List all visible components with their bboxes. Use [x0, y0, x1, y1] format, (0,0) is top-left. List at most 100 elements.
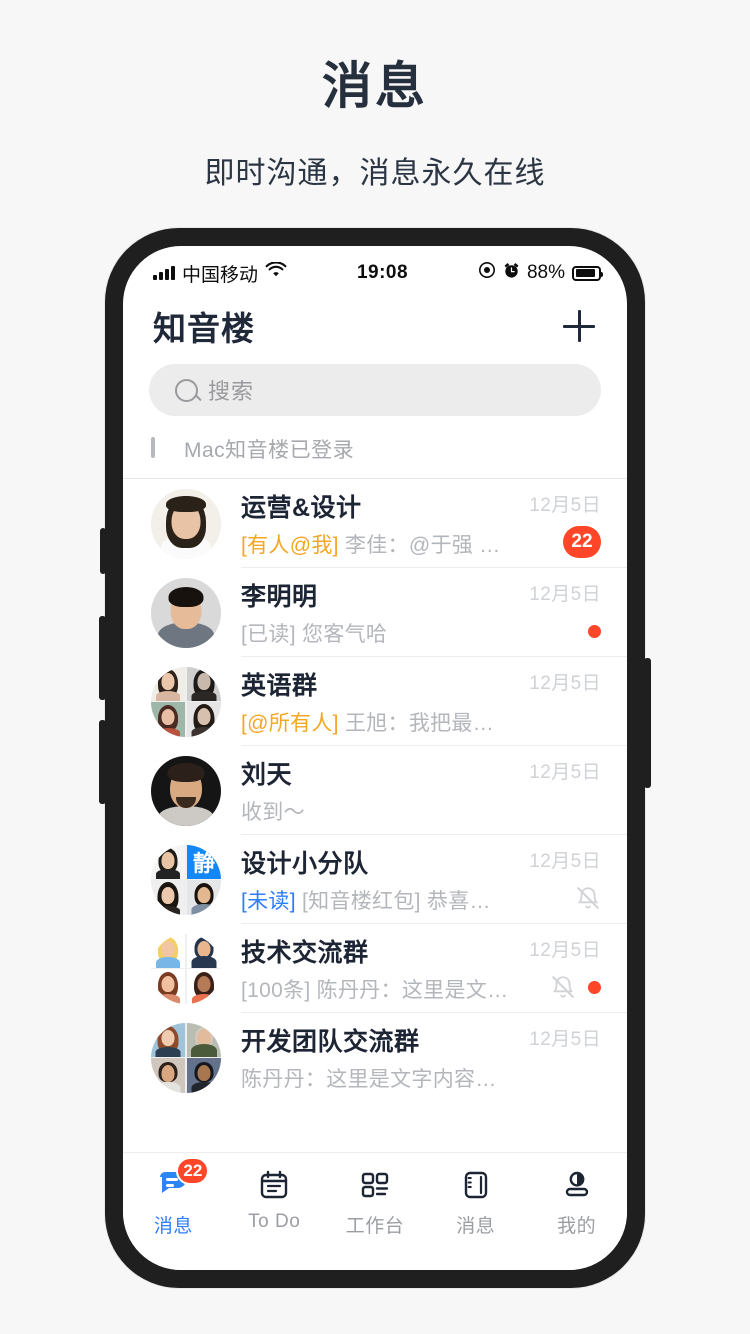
chat-name: 设计小分队: [241, 850, 369, 878]
table-row[interactable]: 李明明 [已读] 您客气哈 12月5日: [123, 568, 627, 657]
chat-name: 刘天: [241, 761, 293, 789]
table-row[interactable]: 静 设计小分队 [未读] [知音楼红包] 恭喜发 12月5日: [123, 835, 627, 924]
search-area: 搜索: [123, 358, 627, 416]
chat-message: 李佳：@于强 收到～: [344, 534, 509, 557]
tab-label: 消息: [153, 1216, 193, 1237]
chat-body: 技术交流群 [100条] 陈丹丹：这里是文字内容…: [221, 933, 509, 1004]
status-badge: 22: [176, 1157, 210, 1185]
page-subtitle: 即时沟通，消息永久在线: [204, 157, 546, 190]
app-header: 知音楼: [123, 294, 627, 358]
table-row[interactable]: 开发团队交流群 陈丹丹：这里是文字内容文字内容… 12月5日: [123, 1013, 627, 1102]
calendar-icon: [254, 1164, 294, 1204]
status-bar-right: 88%: [478, 261, 603, 285]
bell-off-icon: [550, 974, 576, 1000]
table-row[interactable]: 英语群 [@所有人] 王旭：我把最新的文件 12月5日: [123, 657, 627, 746]
table-row[interactable]: 运营&设计 [有人@我] 李佳：@于强 收到～ 12月5日 22: [123, 479, 627, 568]
status-bar-time: 19:08: [356, 262, 409, 283]
avatar: [151, 1022, 221, 1093]
chat-message: 收到～: [241, 801, 305, 824]
search-icon: [175, 378, 198, 402]
power-button[interactable]: [644, 658, 651, 788]
phone-screen: 中国移动 19:08 88% 知音楼 搜索 Mac知音楼已登录 运营&设计 [有…: [123, 246, 627, 1270]
chat-message: 陈丹丹：这里是文字内容…: [316, 979, 509, 1002]
chat-meta: 12月5日 22: [509, 490, 601, 558]
tab-contacts[interactable]: 消息: [425, 1164, 526, 1238]
chat-preview: [已读] 您客气哈: [241, 618, 509, 648]
avatar: 静: [151, 844, 221, 915]
chat-message: 王旭：我把最新的文件: [344, 712, 509, 735]
volume-up-button[interactable]: [99, 616, 106, 700]
chat-meta: 12月5日: [509, 1024, 601, 1091]
monitor-icon: [151, 436, 174, 460]
avatar: [151, 755, 221, 826]
location-icon: [478, 261, 496, 285]
chat-time: 12月5日: [529, 584, 601, 605]
page-title: 消息: [322, 58, 428, 114]
volume-down-button[interactable]: [99, 720, 106, 804]
tab-label: 工作台: [345, 1216, 405, 1237]
chat-body: 开发团队交流群 陈丹丹：这里是文字内容文字内容…: [221, 1022, 509, 1093]
chat-message: 陈丹丹：这里是文字内容文字内容…: [241, 1068, 509, 1091]
chat-message: [知音楼红包] 恭喜发财，大…: [302, 890, 509, 913]
tab-workbench[interactable]: 工作台: [325, 1164, 426, 1238]
tab-label: To Do: [248, 1211, 301, 1232]
chat-time: 12月5日: [529, 495, 601, 516]
phone-mockup: 中国移动 19:08 88% 知音楼 搜索 Mac知音楼已登录 运营&设计 [有…: [99, 228, 651, 1288]
chat-prefix: [已读]: [241, 623, 296, 646]
signal-bars-icon: [153, 266, 175, 280]
chat-time: 12月5日: [529, 851, 601, 872]
chat-prefix: [未读]: [241, 890, 296, 913]
chat-list: 运营&设计 [有人@我] 李佳：@于强 收到～ 12月5日 22: [123, 479, 627, 1102]
chat-body: 设计小分队 [未读] [知音楼红包] 恭喜发财，大…: [221, 844, 509, 915]
chat-meta: 12月5日: [509, 757, 601, 824]
silent-switch[interactable]: [100, 528, 106, 574]
table-row[interactable]: 技术交流群 [100条] 陈丹丹：这里是文字内容… 12月5日: [123, 924, 627, 1013]
chat-body: 刘天 收到～: [221, 755, 509, 826]
avatar: [151, 933, 221, 1004]
chat-body: 运营&设计 [有人@我] 李佳：@于强 收到～: [221, 488, 509, 559]
chat-message: 您客气哈: [302, 623, 388, 646]
chat-name: 开发团队交流群: [241, 1028, 420, 1056]
chat-meta: 12月5日: [509, 846, 601, 913]
chat-indicators: [550, 972, 601, 1002]
avatar-initial: 静: [192, 850, 215, 876]
chat-body: 英语群 [@所有人] 王旭：我把最新的文件: [221, 666, 509, 737]
grid-apps-icon: [355, 1164, 395, 1204]
tab-messages[interactable]: 22 消息: [123, 1157, 224, 1238]
chat-preview: [有人@我] 李佳：@于强 收到～: [241, 529, 509, 559]
chat-name: 英语群: [241, 672, 318, 700]
chat-prefix: [100条]: [241, 979, 311, 1002]
chat-body: 李明明 [已读] 您客气哈: [221, 577, 509, 648]
plus-icon[interactable]: [559, 306, 599, 346]
chat-preview: [未读] [知音楼红包] 恭喜发财，大…: [241, 885, 509, 915]
promo-header: 消息 即时沟通，消息永久在线: [0, 0, 750, 192]
bell-off-icon: [575, 885, 601, 911]
chat-preview: 陈丹丹：这里是文字内容文字内容…: [241, 1063, 509, 1093]
chat-meta: 12月5日: [509, 579, 601, 646]
chat-meta: 12月5日: [509, 935, 601, 1002]
chat-indicators: 22: [563, 526, 601, 558]
search-placeholder: 搜索: [208, 379, 255, 404]
chat-name: 李明明: [241, 583, 318, 611]
search-input[interactable]: 搜索: [149, 364, 601, 416]
avatar: [151, 577, 221, 648]
battery-icon: [572, 265, 603, 281]
mac-login-notice[interactable]: Mac知音楼已登录: [123, 416, 627, 479]
chat-time: 12月5日: [529, 762, 601, 783]
tab-label: 消息: [456, 1216, 496, 1237]
wifi-icon: [265, 261, 287, 284]
carrier-label: 中国移动: [182, 264, 259, 286]
mac-login-label: Mac知音楼已登录: [184, 439, 355, 462]
tab-profile[interactable]: 我的: [526, 1164, 627, 1238]
chat-indicators: [575, 883, 601, 913]
chat-name: 运营&设计: [241, 494, 362, 522]
chat-prefix: [有人@我]: [241, 534, 339, 557]
status-bar: 中国移动 19:08 88%: [123, 246, 627, 294]
contact-book-icon: [456, 1164, 496, 1204]
tab-todo[interactable]: To Do: [224, 1164, 325, 1233]
table-row[interactable]: 刘天 收到～ 12月5日: [123, 746, 627, 835]
status-badge: 22: [563, 526, 601, 558]
chat-prefix: [@所有人]: [241, 712, 339, 735]
avatar: [151, 666, 221, 737]
app-title: 知音楼: [153, 310, 255, 347]
